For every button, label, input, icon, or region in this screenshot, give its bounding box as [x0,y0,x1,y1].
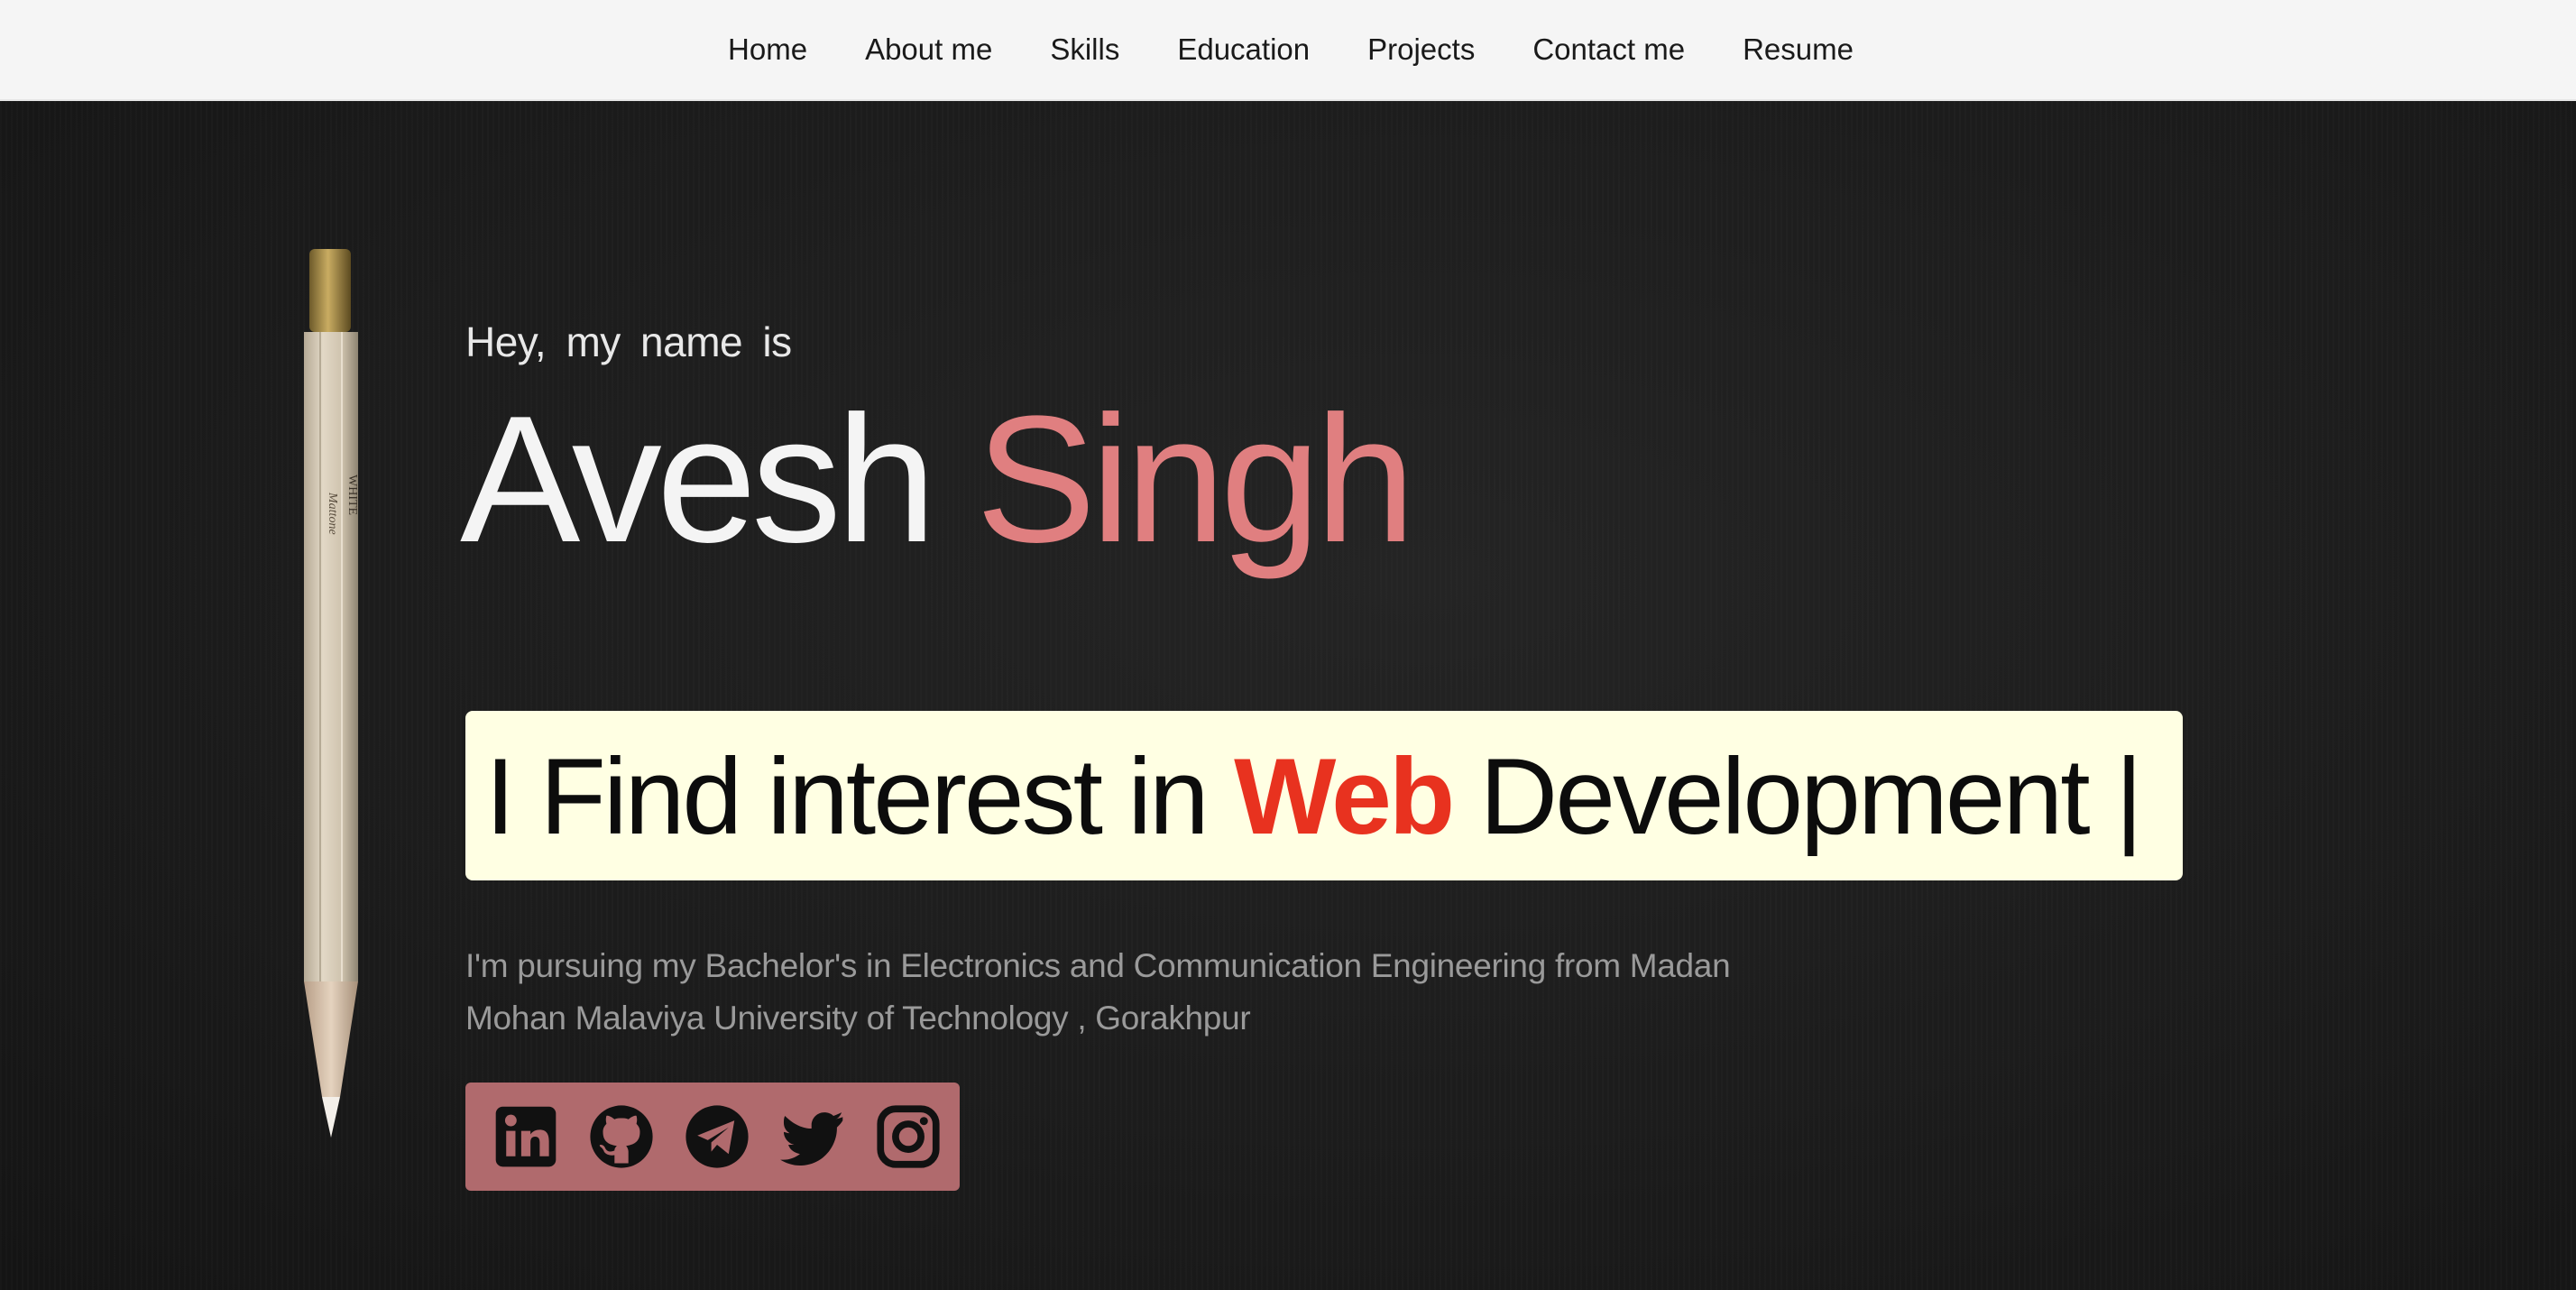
hero-description: I'm pursuing my Bachelor's in Electronic… [465,947,1731,1037]
intro-text: Hey, my name is [465,318,792,365]
nav-item-about-me[interactable]: About me [836,32,1021,67]
tagline-box: I Find interest in Web Development | [465,711,2183,880]
nav-item-education[interactable]: Education [1148,32,1339,67]
svg-text:Mattone: Mattone [326,492,339,535]
svg-text:WHITE: WHITE [345,475,359,515]
telegram-icon[interactable] [680,1100,754,1174]
nav-menu: Home About me Skills Education Projects … [0,0,2576,99]
top-navbar: Home About me Skills Education Projects … [0,0,2576,101]
linkedin-icon[interactable] [489,1100,563,1174]
pencil-image: WHITE Mattone [304,249,359,1138]
last-name: Singh [975,379,1416,580]
first-name: Avesh [460,379,936,580]
nav-item-home[interactable]: Home [699,32,836,67]
tagline-suffix: Development | [1452,736,2144,857]
nav-item-contact-me[interactable]: Contact me [1504,32,1714,67]
tagline-prefix: I Find interest in [485,736,1235,857]
tagline-text: I Find interest in Web Development | [485,736,2144,857]
hero-section: WHITE Mattone Hey, my name is Avesh Sing… [0,101,2576,1290]
tagline-highlight: Web [1234,736,1455,857]
hero-name: Avesh Singh [460,379,1416,580]
twitter-icon[interactable] [776,1100,850,1174]
github-icon[interactable] [584,1100,658,1174]
hero-background-texture [0,101,2576,1290]
nav-item-skills[interactable]: Skills [1021,32,1148,67]
social-links-bar [465,1083,960,1191]
nav-item-resume[interactable]: Resume [1714,32,1882,67]
nav-item-projects[interactable]: Projects [1339,32,1504,67]
instagram-icon[interactable] [871,1100,945,1174]
